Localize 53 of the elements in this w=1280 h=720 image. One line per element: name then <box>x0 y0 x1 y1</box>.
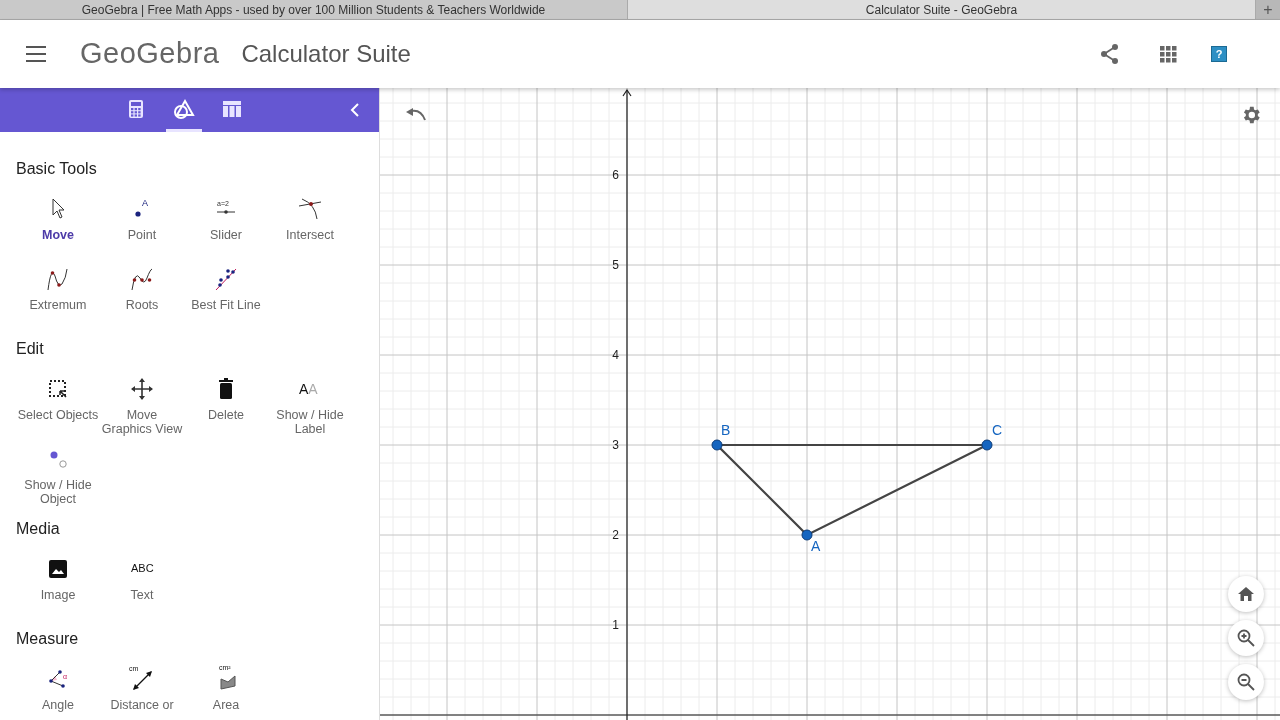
axis-tick-label: 4 <box>612 348 619 362</box>
axis-tick-label: 6 <box>612 168 619 182</box>
point-icon <box>135 211 141 217</box>
slider-icon <box>217 210 235 214</box>
section-heading: Measure <box>15 629 80 649</box>
angle-icon <box>49 670 65 688</box>
zoom-out-button[interactable] <box>1228 664 1264 700</box>
point-label: B <box>721 422 731 438</box>
icon-label: AA <box>299 382 318 396</box>
tool-button[interactable]: Best Fit Line <box>184 264 268 334</box>
tool-button[interactable]: AA Show / Hide Label <box>268 374 352 444</box>
logo[interactable]: GeoGebra <box>80 32 220 76</box>
collapse-chevron-icon[interactable] <box>350 103 360 117</box>
graphics-view[interactable]: 6 5 4 3 2 1 A B C <box>380 88 1280 720</box>
tool-button[interactable]: Intersect <box>268 194 352 264</box>
new-tab-button[interactable]: + <box>1256 0 1280 19</box>
geometry-icon <box>173 97 195 120</box>
axis-tick-label: 2 <box>612 528 619 542</box>
point-label: A <box>811 538 821 554</box>
area-icon <box>220 675 236 690</box>
tool-button[interactable]: Extremum <box>16 264 100 334</box>
section-heading: Basic Tools <box>15 159 98 179</box>
axis-tick-label: 3 <box>612 438 619 452</box>
tool-button[interactable]: Roots <box>100 264 184 334</box>
section-heading: Edit <box>15 339 45 359</box>
tool-button[interactable]: ABC Text <box>100 554 184 624</box>
home-icon <box>1238 587 1254 601</box>
tool-button[interactable]: Show / Hide Object <box>16 444 100 514</box>
axis-tick-label: 1 <box>612 618 619 632</box>
browser-tab[interactable]: Calculator Suite - GeoGebra <box>628 0 1256 19</box>
triangle-drawing[interactable] <box>711 439 993 541</box>
zoom-in-icon <box>1237 629 1255 647</box>
zoom-out-icon <box>1237 673 1255 691</box>
apps-grid-icon[interactable] <box>1160 45 1177 63</box>
tool-button[interactable]: Move <box>16 194 100 264</box>
section-heading: Media <box>15 519 61 539</box>
icon-label: ABC <box>131 563 154 574</box>
tool-button[interactable]: A Point <box>100 194 184 264</box>
double-arrow-icon <box>133 671 152 690</box>
home-button[interactable] <box>1228 576 1264 612</box>
app-title: Calculator Suite <box>241 39 411 69</box>
help-button[interactable]: ? <box>1211 46 1227 62</box>
tool-button[interactable]: Move Graphics View <box>100 374 184 444</box>
point-label: C <box>992 422 1003 438</box>
axis-tick-label: 5 <box>612 258 619 272</box>
tool-button[interactable]: Delete <box>184 374 268 444</box>
share-icon[interactable] <box>1100 43 1120 65</box>
tool-button[interactable]: Image <box>16 554 100 624</box>
menu-button[interactable] <box>26 46 46 62</box>
zoom-in-button[interactable] <box>1228 620 1264 656</box>
tool-button[interactable]: Select Objects <box>16 374 100 444</box>
icon-label: A <box>142 199 148 208</box>
undo-icon[interactable] <box>405 108 427 122</box>
